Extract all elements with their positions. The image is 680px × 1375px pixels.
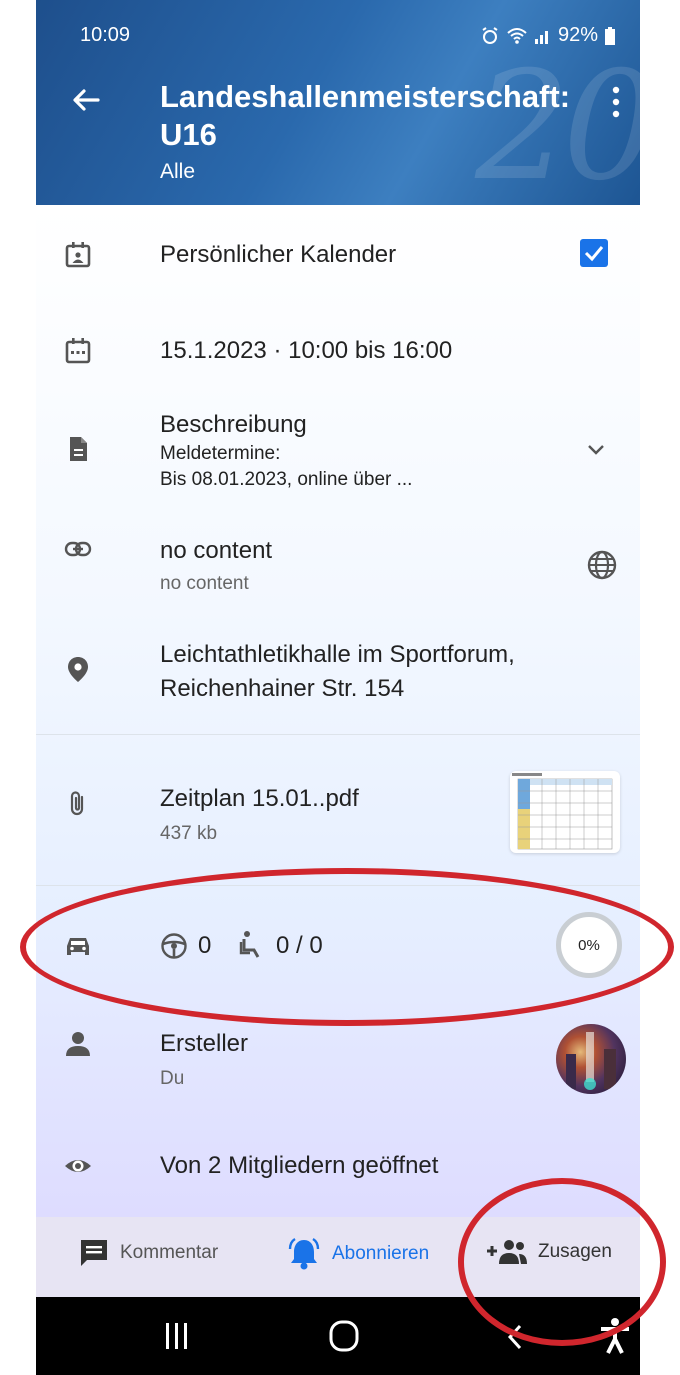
- date-row: 15.1.2023 · 10:00 bis 16:00: [36, 305, 640, 395]
- checkmark-icon: [584, 246, 604, 262]
- subscribe-button[interactable]: Abonnieren: [286, 1237, 429, 1271]
- description-row[interactable]: Beschreibung Meldetermine: Bis 08.01.202…: [36, 395, 640, 507]
- annotation-ellipse-accept: [458, 1178, 666, 1346]
- views-label: Von 2 Mitgliedern geöffnet: [160, 1152, 439, 1179]
- status-icons: 92%: [480, 24, 616, 47]
- chevron-down-icon[interactable]: [586, 443, 606, 457]
- app-header: 20 10:09 92% Landeshallenmeisterschaft: …: [36, 0, 640, 205]
- link-label: no content: [160, 537, 273, 564]
- description-line1: Meldetermine:: [160, 443, 281, 464]
- alarm-icon: [482, 26, 498, 44]
- comment-icon: [81, 1240, 107, 1266]
- description-line2: Bis 08.01.2023, online über ...: [160, 469, 413, 490]
- paperclip-icon: [70, 791, 84, 816]
- wifi-icon: [507, 27, 527, 44]
- location-line1: Leichtathletikhalle im Sportforum,: [160, 641, 515, 668]
- avatar[interactable]: [556, 1024, 626, 1094]
- back-arrow-icon[interactable]: [68, 82, 104, 118]
- bell-ringing-icon: [288, 1237, 320, 1270]
- phone-screen: 20 10:09 92% Landeshallenmeisterschaft: …: [36, 0, 640, 1375]
- home-icon[interactable]: [328, 1319, 360, 1353]
- calendar-person-icon: [65, 242, 91, 268]
- page-title: Landeshallenmeisterschaft: U16: [160, 78, 600, 154]
- status-time: 10:09: [80, 24, 131, 46]
- personal-calendar-checkbox[interactable]: [580, 239, 608, 267]
- page-title-line1: Landeshallenmeisterschaft:: [160, 79, 571, 114]
- calendar-icon: [65, 338, 91, 364]
- status-bar: 10:09 92%: [36, 0, 640, 50]
- pdf-preview-image: [512, 773, 613, 850]
- description-label: Beschreibung: [160, 411, 307, 438]
- pdf-thumbnail[interactable]: [510, 771, 620, 853]
- page-title-line2: U16: [160, 117, 217, 152]
- comment-button[interactable]: Kommentar: [78, 1237, 218, 1269]
- battery-percent: 92%: [557, 24, 598, 46]
- battery-icon: [605, 26, 615, 45]
- subscribe-label: Abonnieren: [332, 1243, 430, 1264]
- location-pin-icon: [68, 657, 88, 682]
- location-row[interactable]: Leichtathletikhalle im Sportforum, Reich…: [36, 603, 640, 733]
- avatar-image: [556, 1024, 626, 1094]
- link-icon: [64, 541, 92, 557]
- attachment-name: Zeitplan 15.01..pdf: [160, 785, 359, 812]
- attachment-size: 437 kb: [160, 823, 218, 844]
- event-details: Persönlicher Kalender 15.1.2023 · 10:00 …: [36, 205, 640, 1217]
- more-options-icon[interactable]: [606, 84, 626, 120]
- eye-icon: [65, 1160, 91, 1172]
- comment-label: Kommentar: [120, 1242, 219, 1263]
- link-row: no content no content: [36, 507, 640, 603]
- personal-calendar-row[interactable]: Persönlicher Kalender: [36, 205, 640, 305]
- creator-name: Du: [160, 1068, 185, 1089]
- annotation-ellipse-rides: [20, 868, 674, 1026]
- page-subtitle: Alle: [160, 160, 196, 183]
- person-icon: [66, 1032, 90, 1056]
- globe-icon[interactable]: [586, 549, 618, 581]
- attachment-row[interactable]: Zeitplan 15.01..pdf 437 kb: [36, 735, 640, 885]
- link-sub: no content: [160, 573, 249, 594]
- event-date-time: 15.1.2023 · 10:00 bis 16:00: [160, 337, 453, 364]
- document-icon: [70, 437, 87, 461]
- creator-label: Ersteller: [160, 1030, 249, 1057]
- personal-calendar-label: Persönlicher Kalender: [160, 241, 397, 268]
- signal-icon: [534, 30, 548, 44]
- recent-apps-icon[interactable]: [164, 1321, 190, 1351]
- location-line2: Reichenhainer Str. 154: [160, 675, 405, 702]
